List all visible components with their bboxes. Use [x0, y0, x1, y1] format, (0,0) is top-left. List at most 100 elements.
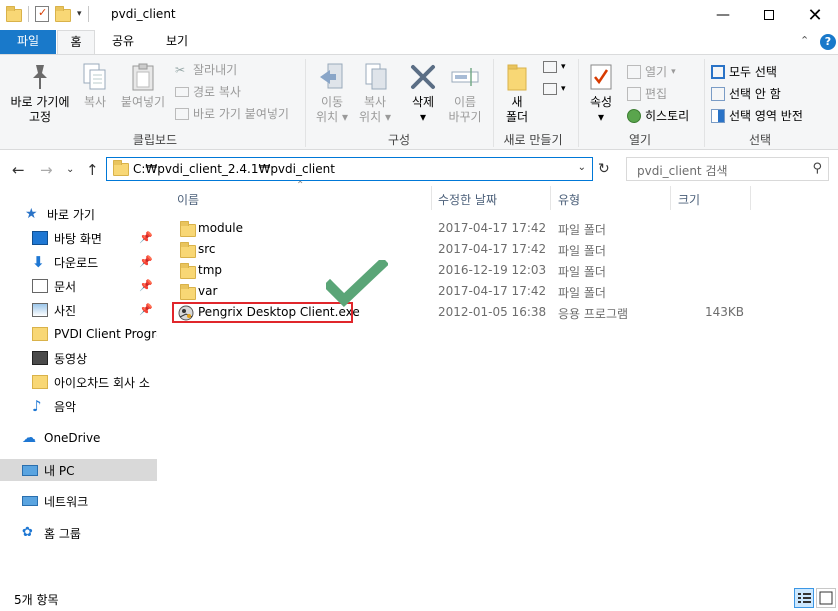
nav-item-music[interactable]: ♪ 음악: [0, 395, 157, 417]
copy-to-button[interactable]: 복사 위치 ▾: [354, 61, 396, 125]
folder-icon: [32, 375, 48, 389]
close-button[interactable]: ✕: [792, 0, 838, 30]
nav-item-videos[interactable]: 동영상: [0, 347, 157, 369]
search-icon[interactable]: ⚲: [812, 161, 822, 176]
document-icon: [32, 279, 48, 293]
move-to-button[interactable]: 이동 위치 ▾: [311, 61, 353, 125]
paste-button[interactable]: 붙여넣기: [117, 61, 169, 110]
paste-shortcut-icon: [175, 107, 189, 120]
new-item-button[interactable]: ▾: [543, 61, 566, 73]
cut-button[interactable]: ✂ 잘라내기: [175, 61, 237, 78]
divider[interactable]: [550, 186, 551, 210]
edit-icon: [627, 86, 641, 101]
nav-label: 내 PC: [44, 463, 75, 478]
recent-locations-icon[interactable]: ⌄: [66, 164, 74, 175]
rename-button[interactable]: 이름 바꾸기: [444, 61, 486, 125]
select-all-icon: [711, 64, 725, 79]
properties-icon[interactable]: [35, 6, 49, 22]
tab-share[interactable]: 공유: [108, 30, 138, 54]
maximize-button[interactable]: [746, 0, 792, 30]
column-header-size[interactable]: 크기: [678, 192, 700, 214]
refresh-button[interactable]: ↻: [598, 161, 610, 177]
organize-group-label: 구성: [387, 133, 411, 147]
delete-dropdown-icon[interactable]: ▾: [404, 110, 442, 125]
divider[interactable]: [670, 186, 671, 210]
homegroup-icon: ✿: [22, 525, 33, 540]
invert-selection-button[interactable]: 선택 영역 반전: [711, 107, 803, 124]
up-button[interactable]: ↑: [86, 161, 99, 179]
details-view-button[interactable]: [794, 588, 814, 608]
tab-view[interactable]: 보기: [160, 30, 194, 54]
new-folder-label: 새: [511, 95, 523, 109]
move-to-label-2: 위치 ▾: [316, 110, 348, 124]
status-bar: 5개 항목: [0, 586, 838, 611]
minimize-button[interactable]: —: [700, 0, 746, 30]
pin-icon[interactable]: 📌: [139, 303, 153, 316]
column-header-name[interactable]: 이름: [177, 192, 199, 214]
table-row[interactable]: src 2017-04-17 17:42 파일 폴더: [172, 239, 752, 260]
pin-icon[interactable]: 📌: [139, 255, 153, 268]
new-group-label: 새로 만들기: [503, 133, 563, 147]
divider[interactable]: [431, 186, 432, 210]
properties-button[interactable]: 속성 ▾: [584, 61, 618, 125]
new-item-icon: [543, 61, 557, 73]
invert-selection-icon: [711, 108, 725, 123]
nav-homegroup[interactable]: ✿ 홈 그룹: [0, 522, 157, 544]
edit-button[interactable]: 편집: [627, 85, 667, 102]
table-row[interactable]: var 2017-04-17 17:42 파일 폴더: [172, 281, 752, 302]
open-button[interactable]: 열기 ▾: [627, 63, 676, 80]
nav-quick-access[interactable]: ★ 바로 가기: [0, 203, 157, 225]
nav-network[interactable]: 네트워크: [0, 490, 157, 512]
column-header-type[interactable]: 유형: [558, 192, 580, 214]
nav-label: 사진: [54, 303, 77, 318]
tab-file[interactable]: 파일: [0, 30, 56, 54]
nav-onedrive[interactable]: ☁ OneDrive: [0, 427, 157, 449]
address-bar[interactable]: C:₩pvdi_client_2.4.1₩pvdi_client ⌄: [106, 157, 593, 181]
pin-icon[interactable]: 📌: [139, 231, 153, 244]
folder-icon: [6, 6, 22, 22]
properties-dropdown-icon[interactable]: ▾: [584, 110, 618, 125]
copy-path-button[interactable]: 경로 복사: [175, 83, 241, 100]
table-row[interactable]: module 2017-04-17 17:42 파일 폴더: [172, 218, 752, 239]
paste-shortcut-button[interactable]: 바로 가기 붙여넣기: [175, 105, 289, 122]
pin-to-quick-access-button[interactable]: 바로 가기에 고정: [6, 61, 74, 125]
nav-item-desktop[interactable]: 바탕 화면 📌: [0, 227, 157, 249]
nav-item-documents[interactable]: 문서 📌: [0, 275, 157, 297]
copy-icon: [79, 61, 111, 93]
nav-item-company-folder[interactable]: 아이오차드 회사 소: [0, 371, 157, 393]
table-row[interactable]: tmp 2016-12-19 12:03 파일 폴더: [172, 260, 752, 281]
pin-icon[interactable]: 📌: [139, 279, 153, 292]
copy-path-label: 경로 복사: [193, 85, 241, 99]
tab-home[interactable]: 홈: [57, 30, 95, 54]
large-icons-view-button[interactable]: [816, 588, 836, 608]
copy-button[interactable]: 복사: [77, 61, 113, 110]
divider: [704, 59, 705, 147]
nav-label: 네트워크: [44, 494, 89, 509]
collapse-ribbon-icon[interactable]: ⌃: [800, 34, 809, 47]
address-path[interactable]: C:₩pvdi_client_2.4.1₩pvdi_client: [133, 162, 335, 176]
nav-item-pictures[interactable]: 사진 📌: [0, 299, 157, 321]
address-dropdown-icon[interactable]: ⌄: [578, 162, 586, 173]
help-icon[interactable]: ?: [820, 34, 836, 50]
easy-access-button[interactable]: ▾: [543, 83, 566, 95]
file-date: 2016-12-19 12:03: [438, 263, 547, 277]
new-folder-icon[interactable]: [55, 6, 71, 22]
customize-qat-dropdown-icon[interactable]: ▾: [77, 9, 82, 19]
search-input[interactable]: pvdi_client 검색 ⚲: [626, 157, 829, 181]
file-name: tmp: [198, 263, 223, 277]
back-button[interactable]: ←: [12, 161, 25, 179]
open-group-label: 열기: [628, 133, 652, 147]
nav-item-pvdi-client[interactable]: PVDI Client Program: [0, 323, 157, 345]
nav-this-pc[interactable]: 내 PC: [0, 459, 157, 481]
column-header-date[interactable]: 수정한 날짜: [438, 192, 497, 214]
delete-button[interactable]: 삭제 ▾: [404, 61, 442, 125]
history-button[interactable]: 히스토리: [627, 107, 689, 124]
divider: [578, 59, 579, 147]
new-folder-button[interactable]: 새 폴더: [500, 61, 534, 125]
nav-item-downloads[interactable]: ⬇ 다운로드 📌: [0, 251, 157, 273]
select-none-button[interactable]: 선택 안 함: [711, 85, 781, 102]
pictures-icon: [32, 303, 48, 317]
divider[interactable]: [750, 186, 751, 210]
select-all-button[interactable]: 모두 선택: [711, 63, 777, 80]
forward-button[interactable]: →: [40, 161, 53, 179]
